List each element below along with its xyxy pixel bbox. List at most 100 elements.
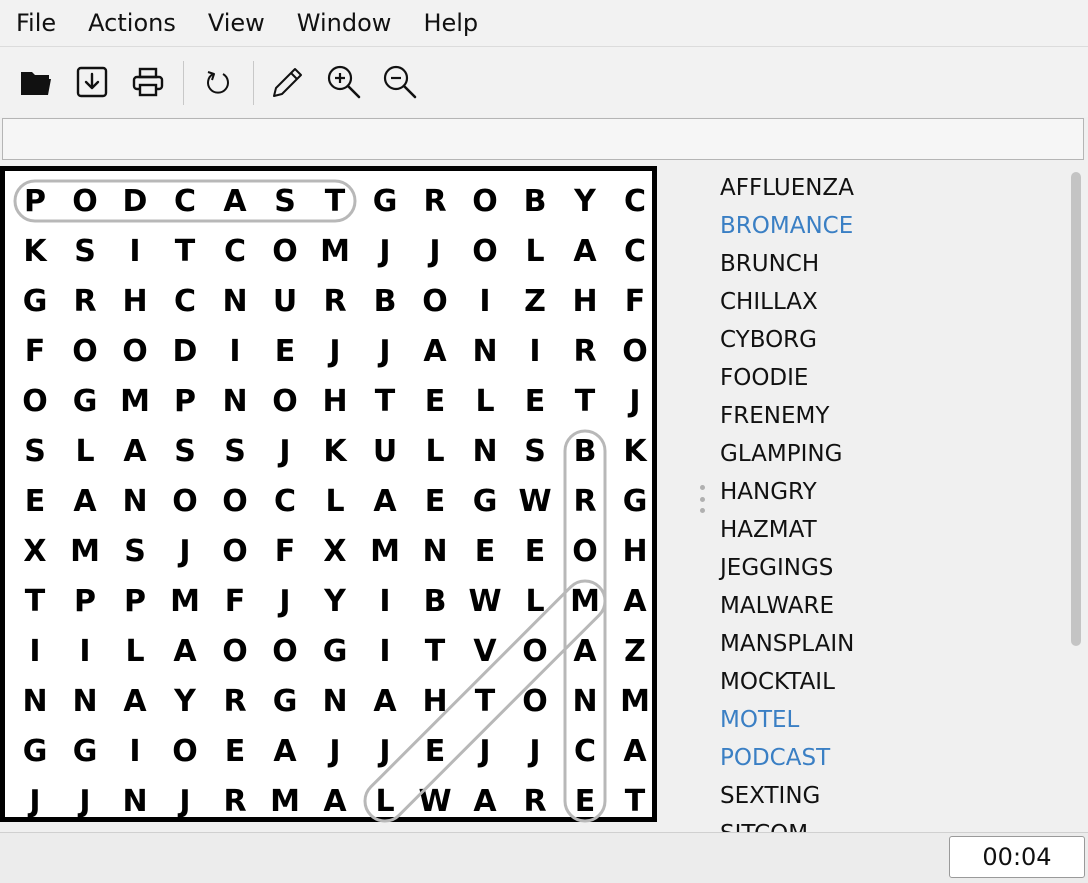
- grid-cell[interactable]: S: [260, 176, 310, 226]
- menu-help[interactable]: Help: [407, 0, 494, 46]
- grid-cell[interactable]: R: [60, 276, 110, 326]
- grid-cell[interactable]: R: [410, 176, 460, 226]
- grid-cell[interactable]: H: [560, 276, 610, 326]
- grid-cell[interactable]: T: [360, 376, 410, 426]
- grid-cell[interactable]: C: [560, 726, 610, 776]
- grid-cell[interactable]: I: [210, 326, 260, 376]
- grid-cell[interactable]: N: [10, 676, 60, 726]
- grid-cell[interactable]: T: [410, 626, 460, 676]
- menu-window[interactable]: Window: [281, 0, 408, 46]
- grid-cell[interactable]: O: [510, 676, 560, 726]
- grid-cell[interactable]: N: [210, 276, 260, 326]
- grid-cell[interactable]: I: [60, 626, 110, 676]
- grid-cell[interactable]: A: [610, 726, 660, 776]
- grid-cell[interactable]: Z: [610, 626, 660, 676]
- grid-cell[interactable]: A: [560, 226, 610, 276]
- save-button[interactable]: [74, 64, 110, 100]
- grid-cell[interactable]: G: [10, 726, 60, 776]
- grid-cell[interactable]: D: [160, 326, 210, 376]
- grid-cell[interactable]: E: [260, 326, 310, 376]
- grid-cell[interactable]: N: [310, 676, 360, 726]
- grid-cell[interactable]: L: [110, 626, 160, 676]
- grid-cell[interactable]: R: [210, 676, 260, 726]
- clue-field[interactable]: [2, 118, 1084, 160]
- grid-cell[interactable]: O: [60, 326, 110, 376]
- grid-cell[interactable]: J: [310, 326, 360, 376]
- grid-cell[interactable]: G: [460, 476, 510, 526]
- grid-cell[interactable]: A: [560, 626, 610, 676]
- word-list-item[interactable]: MOTEL: [708, 698, 1066, 736]
- grid-cell[interactable]: O: [160, 476, 210, 526]
- scrollbar-thumb[interactable]: [1071, 172, 1081, 646]
- grid-cell[interactable]: N: [210, 376, 260, 426]
- grid-cell[interactable]: I: [10, 626, 60, 676]
- grid-cell[interactable]: N: [110, 476, 160, 526]
- grid-cell[interactable]: O: [460, 226, 510, 276]
- grid-cell[interactable]: E: [510, 376, 560, 426]
- grid-cell[interactable]: O: [260, 626, 310, 676]
- grid-cell[interactable]: I: [360, 626, 410, 676]
- grid-cell[interactable]: J: [60, 776, 110, 826]
- grid-cell[interactable]: O: [560, 526, 610, 576]
- grid-cell[interactable]: E: [460, 526, 510, 576]
- word-list-item[interactable]: MOCKTAIL: [708, 660, 1066, 698]
- grid-cell[interactable]: O: [160, 726, 210, 776]
- grid-cell[interactable]: W: [460, 576, 510, 626]
- grid-cell[interactable]: P: [10, 176, 60, 226]
- grid-cell[interactable]: E: [560, 776, 610, 826]
- grid-cell[interactable]: I: [360, 576, 410, 626]
- word-list-item[interactable]: FOODIE: [708, 356, 1066, 394]
- grid-cell[interactable]: Y: [310, 576, 360, 626]
- grid-cell[interactable]: J: [510, 726, 560, 776]
- grid-cell[interactable]: J: [10, 776, 60, 826]
- grid-cell[interactable]: L: [460, 376, 510, 426]
- grid-cell[interactable]: B: [560, 426, 610, 476]
- grid-cell[interactable]: O: [460, 176, 510, 226]
- grid-cell[interactable]: E: [410, 726, 460, 776]
- grid-cell[interactable]: M: [310, 226, 360, 276]
- grid-cell[interactable]: R: [210, 776, 260, 826]
- grid-cell[interactable]: M: [260, 776, 310, 826]
- grid-cell[interactable]: Z: [510, 276, 560, 326]
- grid-cell[interactable]: E: [510, 526, 560, 576]
- grid-cell[interactable]: E: [210, 726, 260, 776]
- grid-cell[interactable]: C: [210, 226, 260, 276]
- grid-cell[interactable]: F: [210, 576, 260, 626]
- grid-cell[interactable]: T: [610, 776, 660, 826]
- grid-cell[interactable]: G: [310, 626, 360, 676]
- menu-actions[interactable]: Actions: [72, 0, 192, 46]
- grid-cell[interactable]: A: [410, 326, 460, 376]
- edit-button[interactable]: [270, 64, 306, 100]
- grid-cell[interactable]: R: [310, 276, 360, 326]
- grid-cell[interactable]: A: [310, 776, 360, 826]
- grid-cell[interactable]: A: [360, 476, 410, 526]
- grid-cell[interactable]: J: [360, 226, 410, 276]
- grid-cell[interactable]: F: [10, 326, 60, 376]
- grid-cell[interactable]: S: [110, 526, 160, 576]
- refresh-button[interactable]: [200, 64, 236, 100]
- grid-cell[interactable]: M: [60, 526, 110, 576]
- grid-cell[interactable]: R: [560, 326, 610, 376]
- grid-cell[interactable]: H: [410, 676, 460, 726]
- word-list-item[interactable]: AFFLUENZA: [708, 166, 1066, 204]
- grid-cell[interactable]: J: [360, 726, 410, 776]
- grid-cell[interactable]: E: [410, 476, 460, 526]
- grid-cell[interactable]: C: [160, 176, 210, 226]
- grid-cell[interactable]: L: [410, 426, 460, 476]
- grid-cell[interactable]: H: [610, 526, 660, 576]
- grid-cell[interactable]: T: [460, 676, 510, 726]
- grid-cell[interactable]: I: [110, 226, 160, 276]
- grid-cell[interactable]: S: [60, 226, 110, 276]
- grid-cell[interactable]: G: [10, 276, 60, 326]
- grid-cell[interactable]: M: [560, 576, 610, 626]
- grid-cell[interactable]: E: [10, 476, 60, 526]
- grid-cell[interactable]: R: [510, 776, 560, 826]
- grid-cell[interactable]: W: [510, 476, 560, 526]
- grid-cell[interactable]: M: [160, 576, 210, 626]
- grid-cell[interactable]: O: [10, 376, 60, 426]
- grid-cell[interactable]: I: [510, 326, 560, 376]
- grid-cell[interactable]: Y: [160, 676, 210, 726]
- grid-cell[interactable]: J: [610, 376, 660, 426]
- grid-cell[interactable]: J: [460, 726, 510, 776]
- grid-cell[interactable]: G: [260, 676, 310, 726]
